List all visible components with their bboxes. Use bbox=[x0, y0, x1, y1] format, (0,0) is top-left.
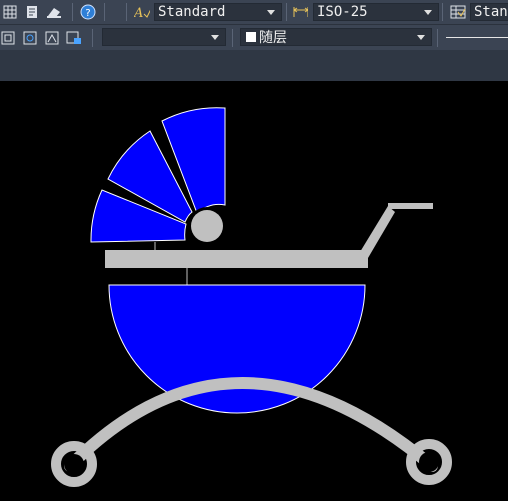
viewport-icon[interactable] bbox=[0, 30, 16, 46]
separator bbox=[92, 29, 93, 47]
chevron-down-icon[interactable] bbox=[417, 35, 425, 40]
layer-dropdown[interactable] bbox=[102, 28, 226, 46]
grid-icon[interactable] bbox=[2, 4, 18, 20]
linetype-preview bbox=[446, 36, 508, 38]
styles-toolbar: ? A Standard ISO-25 Stan bbox=[0, 0, 508, 25]
clip-viewport-icon[interactable] bbox=[44, 30, 60, 46]
svg-text:A: A bbox=[134, 6, 143, 20]
separator bbox=[286, 3, 287, 21]
linetype-dropdown[interactable] bbox=[442, 28, 508, 46]
chassis-bar[interactable] bbox=[105, 250, 368, 268]
circle-viewport-icon[interactable] bbox=[22, 30, 38, 46]
file-tabs-bar bbox=[0, 50, 508, 81]
separator bbox=[232, 29, 233, 47]
drawing-canvas[interactable] bbox=[0, 81, 508, 501]
color-value: 随层 bbox=[259, 30, 287, 46]
chevron-down-icon[interactable] bbox=[211, 35, 219, 40]
dimension-style-dropdown[interactable]: ISO-25 bbox=[313, 3, 439, 21]
chevron-down-icon[interactable] bbox=[424, 10, 432, 15]
text-style-dropdown[interactable]: Standard bbox=[154, 3, 282, 21]
separator bbox=[126, 3, 127, 21]
properties-toolbar: 随层 bbox=[0, 25, 508, 50]
table-style-value: Stan bbox=[474, 4, 508, 20]
color-swatch bbox=[246, 32, 256, 42]
separator bbox=[442, 3, 443, 21]
eraser-icon[interactable] bbox=[46, 4, 62, 20]
color-dropdown[interactable]: 随层 bbox=[240, 28, 432, 46]
separator bbox=[72, 3, 73, 21]
scale-viewport-icon[interactable] bbox=[66, 30, 82, 46]
table-style-icon bbox=[450, 4, 466, 20]
dimension-style-icon bbox=[292, 4, 308, 20]
svg-text:?: ? bbox=[85, 8, 90, 19]
document-icon[interactable] bbox=[24, 4, 40, 20]
separator bbox=[437, 29, 438, 47]
separator bbox=[104, 3, 105, 21]
text-style-value: Standard bbox=[158, 4, 226, 20]
dimension-style-value: ISO-25 bbox=[317, 4, 368, 20]
table-style-dropdown[interactable]: Stan bbox=[470, 3, 508, 21]
text-style-icon: A bbox=[134, 4, 150, 20]
canopy-hub-inner[interactable] bbox=[191, 210, 223, 242]
handle-grip[interactable] bbox=[388, 203, 433, 209]
help-icon[interactable]: ? bbox=[80, 4, 96, 20]
chevron-down-icon[interactable] bbox=[267, 10, 275, 15]
